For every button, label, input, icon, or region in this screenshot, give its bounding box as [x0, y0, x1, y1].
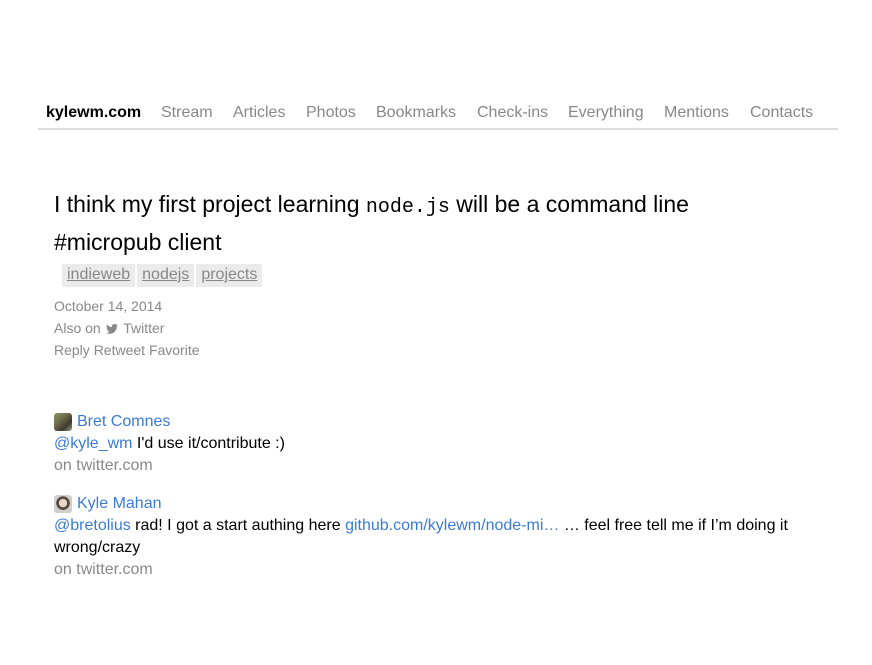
twitter-link[interactable]: Twitter	[123, 320, 164, 336]
post-title: I think my first project learning node.j…	[54, 187, 774, 259]
tag-indieweb[interactable]: indieweb	[62, 264, 136, 287]
reply-link[interactable]: Reply	[54, 342, 90, 358]
nav-item-contacts[interactable]: Contacts	[750, 104, 813, 122]
comment-author: Kyle Mahan	[54, 493, 834, 515]
mention-link[interactable]: @bretolius	[54, 517, 131, 534]
post-title-code: node.js	[365, 196, 450, 219]
post-title-text: I think my first project learning	[54, 191, 366, 217]
comment-author: Bret Comnes	[54, 411, 834, 433]
nav-item-articles[interactable]: Articles	[233, 104, 285, 122]
comment: Kyle Mahan @bretolius rad! I got a start…	[54, 493, 834, 581]
comment-body: @kyle_wm I'd use it/contribute :)	[54, 433, 834, 455]
mention-link[interactable]: @kyle_wm	[54, 435, 132, 452]
comment-text: I'd use it/contribute :)	[132, 435, 285, 452]
post-date-link[interactable]: October 14, 2014	[54, 298, 162, 314]
github-link[interactable]: github.com/kylewm/node-mi…	[345, 517, 559, 534]
comment-text: rad! I got a start authing here	[130, 517, 346, 534]
nav-item-photos[interactable]: Photos	[306, 104, 356, 122]
avatar	[54, 413, 72, 431]
avatar	[54, 495, 72, 513]
twitter-bird-icon	[105, 324, 118, 334]
nav-item-stream[interactable]: Stream	[161, 104, 213, 122]
nav-home-link[interactable]: kylewm.com	[46, 104, 141, 122]
nav-item-everything[interactable]: Everything	[568, 104, 644, 122]
retweet-link[interactable]: Retweet	[94, 342, 145, 358]
author-link[interactable]: Kyle Mahan	[77, 493, 162, 515]
syndication: Also on Twitter	[54, 320, 164, 336]
favorite-link[interactable]: Favorite	[149, 342, 200, 358]
comment-body: @bretolius rad! I got a start authing he…	[54, 515, 834, 559]
tag-projects[interactable]: projects	[196, 264, 263, 287]
author-link[interactable]: Bret Comnes	[77, 411, 170, 433]
nav-item-check-ins[interactable]: Check-ins	[477, 104, 548, 122]
comment: Bret Comnes @kyle_wm I'd use it/contribu…	[54, 411, 834, 477]
comment-source-link[interactable]: on twitter.com	[54, 561, 153, 578]
site-nav: kylewm.com Stream Articles Photos Bookma…	[38, 100, 838, 130]
tag-list: indieweb nodejs projects	[62, 264, 264, 287]
tag-nodejs[interactable]: nodejs	[137, 264, 195, 287]
comment-source-link[interactable]: on twitter.com	[54, 457, 153, 474]
also-on-label: Also on	[54, 320, 101, 336]
post-date: October 14, 2014	[54, 298, 162, 314]
post-actions: Reply Retweet Favorite	[54, 342, 200, 358]
nav-item-bookmarks[interactable]: Bookmarks	[376, 104, 456, 122]
nav-item-mentions[interactable]: Mentions	[664, 104, 729, 122]
